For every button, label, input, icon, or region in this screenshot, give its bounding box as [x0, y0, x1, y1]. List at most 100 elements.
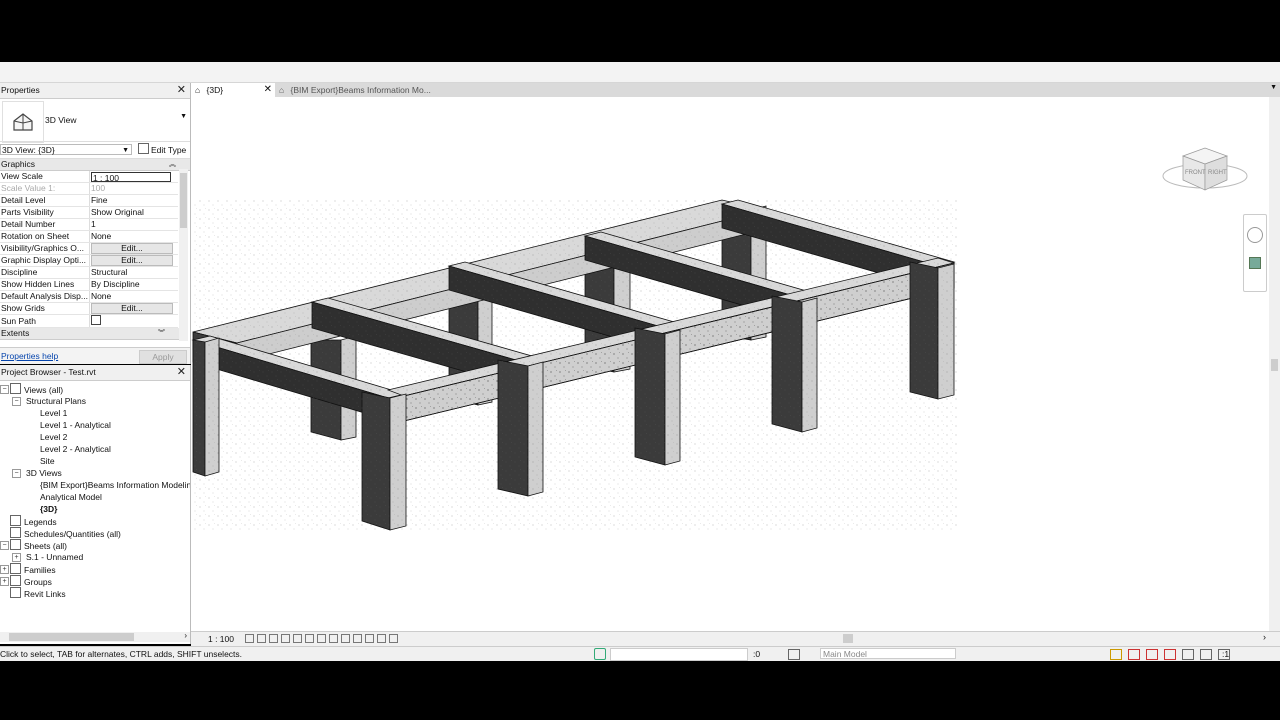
reveal-hidden-icon[interactable]: [353, 634, 362, 643]
design-options-icon[interactable]: [788, 649, 800, 660]
worksets-icon[interactable]: [594, 648, 606, 660]
view-instance-dropdown[interactable]: 3D View: {3D} ▼: [0, 144, 132, 155]
tree-node[interactable]: Schedules/Quantities (all): [10, 527, 121, 539]
type-selector[interactable]: 3D View ▼: [0, 99, 190, 143]
design-option-dropdown[interactable]: Main Model: [820, 648, 956, 659]
collapse-icon[interactable]: −: [0, 541, 9, 550]
viewport-vscrollbar[interactable]: [1269, 97, 1280, 631]
tree-node[interactable]: Level 2: [40, 431, 67, 443]
tree-node[interactable]: Level 2 - Analytical: [40, 443, 111, 455]
select-links-icon[interactable]: [1110, 649, 1122, 660]
constraints-icon[interactable]: [389, 634, 398, 643]
scroll-right-icon[interactable]: ›: [1263, 632, 1266, 642]
property-row: Detail Number 1: [0, 218, 178, 231]
select-underlay-icon[interactable]: [1128, 649, 1140, 660]
show-crop-icon[interactable]: [317, 634, 326, 643]
workset-dropdown[interactable]: [610, 648, 748, 661]
chevron-down-icon[interactable]: ▼: [180, 113, 187, 120]
collapse-icon[interactable]: −: [0, 385, 9, 394]
shadows-icon[interactable]: [281, 634, 290, 643]
property-value[interactable]: Show Original: [89, 206, 178, 219]
chevron-down-icon[interactable]: ▼: [1270, 84, 1277, 91]
collapse-icon[interactable]: −: [12, 397, 21, 406]
highlight-displacement-icon[interactable]: [377, 634, 386, 643]
collapse-icon[interactable]: −: [12, 469, 21, 478]
view-scale[interactable]: 1 : 100: [208, 633, 234, 645]
expand-icon[interactable]: +: [12, 553, 21, 562]
drag-elements-icon[interactable]: [1182, 649, 1194, 660]
close-icon[interactable]: ✕: [264, 83, 272, 97]
tree-node[interactable]: + Groups: [0, 575, 52, 587]
apply-button[interactable]: Apply: [139, 350, 187, 364]
property-value[interactable]: 1: [89, 218, 178, 231]
tree-node[interactable]: + Families: [0, 563, 56, 575]
expand-icon[interactable]: +: [0, 565, 9, 574]
edit-type-button[interactable]: Edit Type: [138, 143, 186, 157]
tree-node[interactable]: {BIM Export}Beams Information Modeling: [40, 479, 190, 491]
tree-node[interactable]: − Views (all): [0, 383, 63, 395]
property-value-cell[interactable]: 1 : 100: [89, 171, 178, 183]
detail-level-icon[interactable]: [245, 634, 254, 643]
tree-node[interactable]: {3D}: [40, 503, 57, 515]
temp-hide-icon[interactable]: [341, 634, 350, 643]
property-edit-cell[interactable]: Edit...: [89, 242, 178, 255]
tree-node-label: Structural Plans: [26, 396, 86, 406]
sun-path-checkbox[interactable]: [90, 315, 101, 325]
select-pinned-icon[interactable]: [1146, 649, 1158, 660]
tree-node[interactable]: − Sheets (all): [0, 539, 67, 551]
scroll-thumb[interactable]: [180, 173, 187, 228]
property-edit-cell[interactable]: Edit...: [89, 254, 178, 267]
property-value[interactable]: Structural: [89, 266, 178, 279]
steering-wheel-icon[interactable]: [1247, 227, 1263, 243]
crop-view-icon[interactable]: [305, 634, 314, 643]
section-extents[interactable]: Extents ︾: [0, 328, 179, 340]
properties-scrollbar[interactable]: [179, 169, 188, 341]
property-value-cell[interactable]: [89, 314, 178, 328]
zoom-icon[interactable]: [1249, 257, 1261, 269]
tree-node[interactable]: − Structural Plans: [12, 395, 86, 407]
tree-node[interactable]: Level 1: [40, 407, 67, 419]
scroll-right-icon[interactable]: ›: [184, 631, 187, 640]
edit-button[interactable]: Edit...: [90, 255, 173, 266]
close-icon[interactable]: ✕: [177, 365, 186, 380]
viewport-hscroll-thumb[interactable]: [843, 634, 853, 643]
expand-icon[interactable]: +: [0, 577, 9, 586]
close-icon[interactable]: ✕: [177, 83, 186, 98]
render-icon[interactable]: [293, 634, 302, 643]
property-value[interactable]: None: [89, 230, 178, 243]
scroll-thumb[interactable]: [9, 633, 134, 641]
properties-help-link[interactable]: Properties help: [1, 351, 58, 361]
navigation-bar[interactable]: [1243, 214, 1267, 292]
view-scale-input[interactable]: 1 : 100: [90, 171, 171, 182]
node-icon: [10, 527, 21, 538]
browser-hscrollbar[interactable]: ›: [0, 631, 190, 642]
property-edit-cell[interactable]: Edit...: [89, 302, 178, 315]
tab-3d[interactable]: ⌂ {3D} ✕: [191, 83, 275, 97]
viewcube[interactable]: FRONT RIGHT: [1162, 147, 1248, 191]
section-graphics[interactable]: Graphics ︽: [0, 159, 190, 171]
edit-button[interactable]: Edit...: [90, 243, 173, 254]
sun-path-icon[interactable]: [269, 634, 278, 643]
tree-node[interactable]: Revit Links: [10, 587, 66, 599]
tree-node-label: Level 1: [40, 408, 68, 418]
tree-node[interactable]: Site: [40, 455, 55, 467]
tree-node[interactable]: −3D Views: [12, 467, 62, 479]
edit-button[interactable]: Edit...: [90, 303, 173, 314]
view-3d-icon: ⌂: [195, 85, 201, 95]
3d-viewport[interactable]: FRONT RIGHT: [191, 97, 1269, 631]
visual-style-icon[interactable]: [257, 634, 266, 643]
background-process-icon[interactable]: [1200, 649, 1212, 660]
property-value[interactable]: By Discipline: [89, 278, 178, 291]
property-value[interactable]: Fine: [89, 194, 178, 207]
scroll-thumb[interactable]: [1271, 359, 1278, 371]
tree-node[interactable]: Analytical Model: [40, 491, 102, 503]
tab-bim-export[interactable]: ⌂ {BIM Export}Beams Information Mo...: [279, 83, 439, 97]
structural-frame-model[interactable]: FRONT RIGHT: [191, 97, 1269, 631]
tree-node[interactable]: Legends: [10, 515, 57, 527]
select-by-face-icon[interactable]: [1164, 649, 1176, 660]
lock-view-icon[interactable]: [329, 634, 338, 643]
tree-node[interactable]: + S.1 - Unnamed: [12, 551, 83, 563]
property-value[interactable]: None: [89, 290, 178, 303]
analytical-model-icon[interactable]: [365, 634, 374, 643]
tree-node[interactable]: Level 1 - Analytical: [40, 419, 111, 431]
